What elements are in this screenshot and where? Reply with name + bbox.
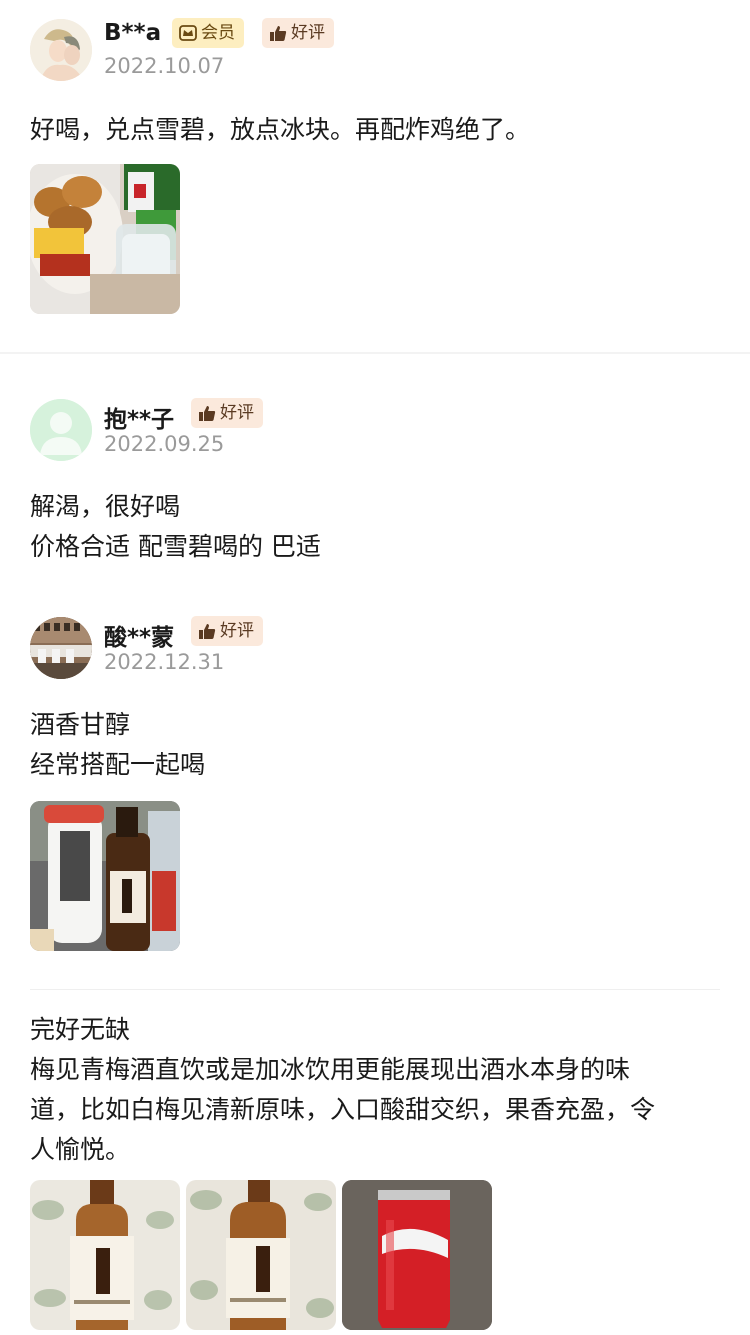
review-text-line: 完好无缺 <box>30 1015 131 1044</box>
review-text-line: 人愉悦。 <box>30 1135 131 1164</box>
cola-can-image <box>342 1180 492 1330</box>
avatar[interactable] <box>30 19 92 81</box>
username: 抱**子 <box>104 407 175 433</box>
avatar-illustration <box>30 19 92 81</box>
review-text-line: 酒香甘醇 <box>30 710 131 739</box>
avatar[interactable] <box>30 617 92 679</box>
review-card: 酸**蒙 好评 2022.12.31 酒香甘醇 经常搭配一起喝 <box>0 590 750 988</box>
review-card: B**a 会员 好评 2022.10.07 好喝，兑点雪碧，放点冰块。再配炸鸡绝… <box>0 0 750 352</box>
meijian-bottle-image <box>30 1180 180 1330</box>
username: B**a <box>104 20 162 46</box>
review-photo[interactable] <box>342 1180 492 1330</box>
review-text: 好喝，兑点雪碧，放点冰块。再配炸鸡绝了。 <box>30 110 720 150</box>
review-text: 完好无缺 梅见青梅酒直饮或是加冰饮用更能展现出酒水本身的味 道，比如白梅见清新原… <box>30 1010 720 1170</box>
username: 酸**蒙 <box>104 625 175 651</box>
review-photo[interactable] <box>30 1180 180 1330</box>
review-text-line: 解渴，很好喝 <box>30 492 181 521</box>
review-photo[interactable] <box>30 801 180 951</box>
avatar[interactable] <box>30 399 92 461</box>
member-badge-label: 会员 <box>201 23 235 43</box>
fried-chicken-image <box>30 164 180 314</box>
review-photo[interactable] <box>30 164 180 314</box>
thumbs-up-icon <box>199 405 216 421</box>
review-date: 2022.10.07 <box>104 54 225 78</box>
good-badge-label: 好评 <box>220 403 254 423</box>
good-badge-label: 好评 <box>220 621 254 641</box>
review-card: 抱**子 好评 2022.09.25 解渴，很好喝 价格合适 配雪碧喝的 巴适 <box>0 354 750 590</box>
review-text: 酒香甘醇 经常搭配一起喝 <box>30 705 720 785</box>
review-text-line: 好喝，兑点雪碧，放点冰块。再配炸鸡绝了。 <box>30 115 531 144</box>
thumbs-up-icon <box>199 623 216 639</box>
member-badge: 会员 <box>172 18 244 48</box>
bottles-image <box>30 801 180 951</box>
crown-icon <box>179 25 197 41</box>
review-text: 解渴，很好喝 价格合适 配雪碧喝的 巴适 <box>30 487 720 567</box>
avatar-photo <box>30 617 92 679</box>
review-text-line: 梅见青梅酒直饮或是加冰饮用更能展现出酒水本身的味 <box>30 1055 631 1084</box>
meijian-bottle-image <box>186 1180 336 1330</box>
review-text-line: 道，比如白梅见清新原味，入口酸甜交织，果香充盈，令 <box>30 1095 656 1124</box>
review-text-line: 经常搭配一起喝 <box>30 750 206 779</box>
default-avatar-icon <box>30 399 92 461</box>
review-card: 完好无缺 梅见青梅酒直饮或是加冰饮用更能展现出酒水本身的味 道，比如白梅见清新原… <box>0 990 750 1335</box>
good-rating-badge: 好评 <box>262 18 334 48</box>
review-date: 2022.09.25 <box>104 432 225 456</box>
good-rating-badge: 好评 <box>191 398 263 428</box>
good-rating-badge: 好评 <box>191 616 263 646</box>
review-photo[interactable] <box>186 1180 336 1330</box>
good-badge-label: 好评 <box>291 23 325 43</box>
thumbs-up-icon <box>270 25 287 41</box>
review-text-line: 价格合适 配雪碧喝的 巴适 <box>30 532 321 561</box>
review-date: 2022.12.31 <box>104 650 225 674</box>
